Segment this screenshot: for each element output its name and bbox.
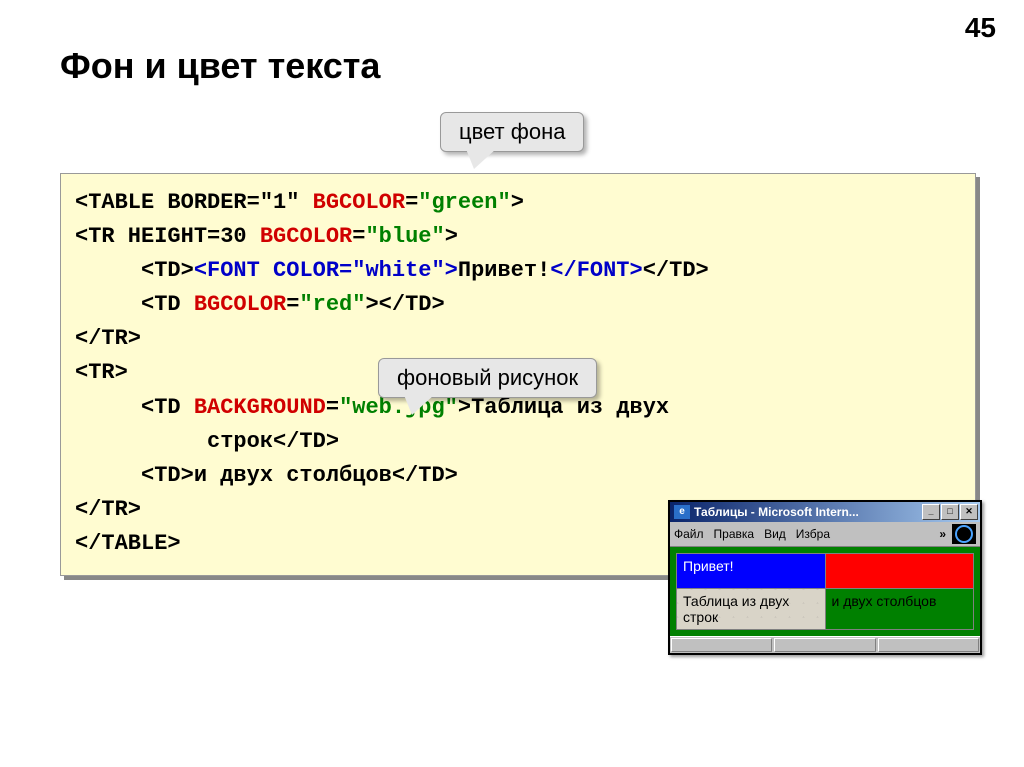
browser-content: Привет! Таблица из двух строк и двух сто…	[670, 547, 980, 636]
window-title: Таблицы - Microsoft Intern...	[694, 505, 922, 519]
statusbar	[670, 636, 980, 653]
menu-edit[interactable]: Правка	[714, 527, 755, 541]
menu-file[interactable]: Файл	[674, 527, 704, 541]
cell-webbg: Таблица из двух строк	[677, 589, 826, 630]
ie-page-icon: e	[674, 505, 690, 519]
menu-overflow-icon[interactable]: »	[939, 527, 946, 541]
page-title: Фон и цвет текста	[60, 45, 380, 87]
ie-throbber-icon	[952, 524, 976, 544]
cell-green: и двух столбцов	[825, 589, 974, 630]
maximize-button[interactable]: □	[941, 504, 959, 520]
menubar: Файл Правка Вид Избра »	[670, 522, 980, 547]
minimize-button[interactable]: _	[922, 504, 940, 520]
menu-favorites[interactable]: Избра	[796, 527, 840, 541]
menu-view[interactable]: Вид	[764, 527, 786, 541]
example-table: Привет! Таблица из двух строк и двух сто…	[676, 553, 974, 630]
page-number: 45	[965, 12, 996, 44]
close-button[interactable]: ✕	[960, 504, 978, 520]
cell-red	[825, 554, 974, 589]
cell-blue: Привет!	[677, 554, 826, 589]
window-titlebar: e Таблицы - Microsoft Intern... _ □ ✕	[670, 502, 980, 522]
browser-preview: e Таблицы - Microsoft Intern... _ □ ✕ Фа…	[668, 500, 982, 655]
table-row: Привет!	[677, 554, 974, 589]
callout-bgcolor: цвет фона	[440, 112, 584, 152]
callout-background: фоновый рисунок	[378, 358, 597, 398]
table-row: Таблица из двух строк и двух столбцов	[677, 589, 974, 630]
